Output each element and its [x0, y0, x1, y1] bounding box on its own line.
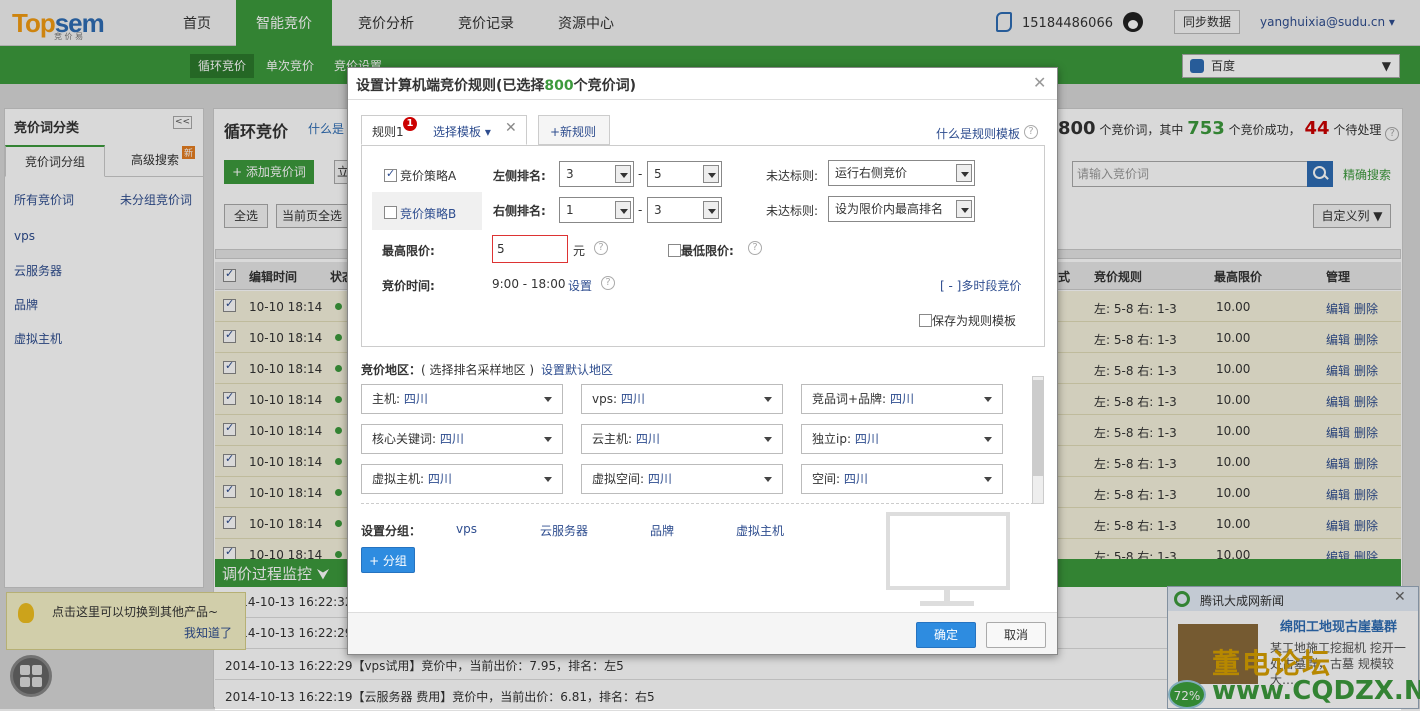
monitor-base [920, 601, 974, 606]
area-select[interactable]: 竞品词+品牌: 四川 [801, 384, 1003, 414]
left-rank-label: 左侧排名: [493, 169, 546, 183]
range-dash: - [638, 167, 643, 181]
group-option[interactable]: 云服务器 [540, 522, 588, 539]
area-select[interactable]: 独立ip: 四川 [801, 424, 1003, 454]
miss-label: 未达标则: [766, 204, 819, 218]
group-section-label: 设置分组： [361, 524, 422, 538]
left-rank-from-select[interactable]: 3 [559, 161, 634, 187]
rule-tab-label[interactable]: 规则1 [372, 123, 404, 140]
area-select[interactable]: 空间: 四川 [801, 464, 1003, 494]
save-template-label[interactable]: 保存为规则模板 [932, 312, 1016, 329]
left-rank-to-select[interactable]: 5 [647, 161, 722, 187]
min-price-label[interactable]: 最低限价: [681, 242, 734, 259]
group-option[interactable]: vps [456, 522, 477, 536]
group-option[interactable]: 虚拟主机 [736, 522, 784, 539]
bid-time-label: 竞价时间: [382, 279, 435, 293]
what-is-template-link[interactable]: 什么是规则模板 [936, 125, 1020, 142]
help-icon[interactable]: ? [748, 241, 762, 255]
miss-label: 未达标则: [766, 169, 819, 183]
area-select[interactable]: 虚拟空间: 四川 [581, 464, 783, 494]
computer-monitor-icon [886, 512, 1010, 590]
strategy-b-checkbox[interactable] [384, 206, 397, 219]
close-icon[interactable]: ✕ [505, 120, 517, 136]
confirm-button[interactable]: 确定 [916, 622, 976, 648]
area-select[interactable]: 虚拟主机: 四川 [361, 464, 563, 494]
area-scroll-thumb[interactable] [1033, 380, 1043, 476]
max-price-input[interactable]: 5 [492, 235, 568, 263]
rule-badge: 1 [403, 117, 417, 131]
bid-time-set-link[interactable]: 设置 [568, 277, 592, 294]
strategy-b-label[interactable]: 竞价策略B [400, 205, 456, 222]
help-icon[interactable]: ? [601, 276, 615, 290]
right-rank-from-select[interactable]: 1 [559, 197, 634, 223]
range-dash: - [638, 203, 643, 217]
save-template-checkbox[interactable] [919, 314, 932, 327]
right-rank-label: 右侧排名: [493, 204, 546, 218]
strategy-a-checkbox[interactable] [384, 167, 397, 182]
multi-period-link[interactable]: [ - ]多时段竞价 [940, 277, 1021, 294]
miss-action-a-select[interactable]: 运行右侧竞价 [828, 160, 975, 186]
area-select[interactable]: 云主机: 四川 [581, 424, 783, 454]
group-option[interactable]: 品牌 [650, 522, 674, 539]
area-select[interactable]: vps: 四川 [581, 384, 783, 414]
bid-time-value: 9:00 - 18:00 [492, 277, 566, 291]
area-select[interactable]: 主机: 四川 [361, 384, 563, 414]
strategy-a-label[interactable]: 竞价策略A [400, 167, 456, 184]
max-price-label: 最高限价: [382, 244, 435, 258]
miss-action-b-select[interactable]: 设为限价内最高排名 [828, 196, 975, 222]
help-icon[interactable]: ? [594, 241, 608, 255]
select-template-dropdown[interactable]: 选择模板 ▾ [433, 123, 491, 140]
add-group-button[interactable]: + 分组 [361, 547, 415, 573]
set-default-area-link[interactable]: 设置默认地区 [541, 361, 613, 378]
min-price-checkbox[interactable] [668, 244, 681, 257]
right-rank-to-select[interactable]: 3 [647, 197, 722, 223]
dialog-title: 设置计算机端竞价规则(已选择800个竞价词) [356, 78, 637, 94]
area-section-label: 竞价地区：( 选择排名采样地区 ) [361, 363, 535, 377]
close-icon[interactable]: ✕ [1033, 73, 1046, 92]
new-rule-label[interactable]: +新规则 [550, 123, 596, 140]
yuan-unit: 元 [573, 244, 586, 258]
cancel-button[interactable]: 取消 [986, 622, 1046, 648]
area-select[interactable]: 核心关键词: 四川 [361, 424, 563, 454]
help-icon[interactable]: ? [1024, 125, 1038, 139]
divider [361, 503, 1044, 504]
